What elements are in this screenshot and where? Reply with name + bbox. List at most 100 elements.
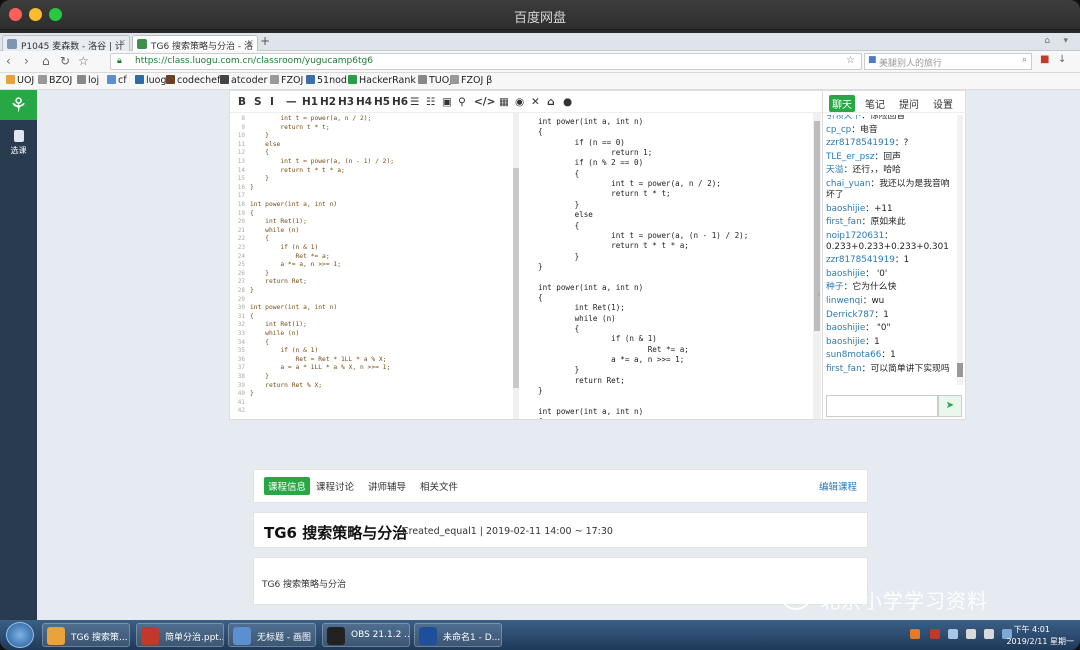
- browser-tab[interactable]: P1045 麦森数 - 洛谷 | 计 ×: [2, 35, 130, 51]
- toolbar-button[interactable]: H5: [374, 96, 390, 108]
- toolbar-button[interactable]: B: [238, 96, 246, 108]
- toolbar-button[interactable]: ☰: [410, 96, 419, 108]
- toolbar-button[interactable]: </>: [474, 96, 495, 108]
- tab-list-icon[interactable]: ▾: [1063, 36, 1068, 46]
- collapse-arrow-icon[interactable]: ›: [817, 290, 821, 300]
- toolbar-button[interactable]: ▣: [442, 96, 452, 108]
- edit-course-link[interactable]: 编辑课程: [819, 479, 857, 493]
- chat-username[interactable]: baoshijie: [826, 269, 865, 279]
- toolbar-button[interactable]: ⌂: [547, 96, 555, 108]
- tray-time[interactable]: 下午 4:01: [1013, 624, 1050, 635]
- bookmark-item[interactable]: TUOJ: [418, 75, 452, 86]
- chat-username[interactable]: TLE_er_psz: [826, 152, 874, 162]
- chat-username[interactable]: noip1720631: [826, 231, 884, 241]
- chat-username[interactable]: first_fan: [826, 364, 862, 374]
- taskbar-item[interactable]: OBS 21.1.2 ...: [322, 623, 410, 647]
- chat-username[interactable]: baoshijie: [826, 337, 865, 347]
- taskbar-item[interactable]: 未命名1 - D...: [414, 623, 502, 647]
- toolbar-button[interactable]: S: [254, 96, 262, 108]
- bookmark-item[interactable]: cf: [107, 75, 127, 86]
- chat-username[interactable]: 天溢: [826, 165, 844, 175]
- chat-username[interactable]: Derrick787: [826, 310, 874, 320]
- new-tab-button[interactable]: +: [260, 34, 270, 48]
- chat-username[interactable]: baoshijie: [826, 323, 865, 333]
- editor-source-pane[interactable]: 8 int t = power(a, n / 2); 9 return t * t…: [230, 113, 518, 419]
- chat-username[interactable]: sun8mota66: [826, 350, 881, 360]
- toolbar-button[interactable]: H4: [356, 96, 372, 108]
- bookmark-item[interactable]: loj: [77, 75, 99, 86]
- chat-username[interactable]: 引领天下: [826, 115, 861, 121]
- chat-tab[interactable]: 笔记: [865, 96, 885, 111]
- chat-username[interactable]: zzr8178541919: [826, 255, 895, 265]
- volume-icon[interactable]: [984, 629, 994, 639]
- bookmark-item[interactable]: FZOJ β: [450, 75, 492, 86]
- bookmark-item[interactable]: codechef: [166, 75, 220, 86]
- url-input[interactable]: 🔒︎ https://class.luogu.com.cn/classroom/…: [110, 53, 862, 70]
- toolbar-button[interactable]: I: [270, 96, 274, 108]
- toolbar-button[interactable]: ◉: [515, 96, 524, 108]
- chat-tab[interactable]: 提问: [899, 96, 919, 111]
- sidebar-item-course[interactable]: 选课: [0, 130, 37, 156]
- chat-scrollbar[interactable]: [957, 115, 963, 385]
- chat-username[interactable]: linwenqi: [826, 296, 863, 306]
- toolbar-button[interactable]: ✕: [531, 96, 540, 108]
- toolbar-button[interactable]: H2: [320, 96, 336, 108]
- course-tab[interactable]: 讲师辅导: [368, 479, 406, 493]
- chat-input[interactable]: [826, 395, 938, 417]
- search-icon[interactable]: ⌕: [1022, 55, 1027, 65]
- bookmark-item[interactable]: atcoder: [220, 75, 267, 86]
- home-icon[interactable]: ⌂: [42, 54, 50, 68]
- taskbar-item[interactable]: 无标题 - 画图: [228, 623, 316, 647]
- extension-icon[interactable]: ■: [1040, 54, 1049, 65]
- chat-username[interactable]: baoshijie: [826, 204, 865, 214]
- reload-icon[interactable]: ↻: [60, 54, 70, 68]
- bookmark-item[interactable]: HackerRank: [348, 75, 416, 86]
- source-scrollbar[interactable]: [513, 113, 519, 419]
- tray-app-icon[interactable]: [930, 629, 940, 639]
- taskbar-item[interactable]: 简单分治.ppt...: [136, 623, 224, 647]
- back-icon[interactable]: ‹: [6, 54, 11, 68]
- forward-icon[interactable]: ›: [24, 54, 29, 68]
- toolbar-button[interactable]: H6: [392, 96, 408, 108]
- browser-tab[interactable]: TG6 搜索策略与分治 - 洛 ×: [132, 35, 258, 51]
- course-tab[interactable]: 课程信息: [264, 477, 311, 495]
- chat-username[interactable]: cp_cp: [826, 125, 851, 135]
- preview-scrollbar[interactable]: [813, 113, 821, 419]
- bookmark-item[interactable]: UOJ: [6, 75, 34, 86]
- toolbar-button[interactable]: ▦: [499, 96, 509, 108]
- course-tab[interactable]: 相关文件: [420, 479, 458, 493]
- ime-icon[interactable]: [910, 629, 920, 639]
- bookmark-star-icon[interactable]: ☆: [846, 55, 855, 66]
- send-button[interactable]: ➤: [938, 395, 962, 417]
- chat-tab[interactable]: 聊天: [829, 95, 855, 112]
- luogu-logo[interactable]: ⚘: [0, 90, 37, 120]
- toolbar-button[interactable]: H3: [338, 96, 354, 108]
- chat-username[interactable]: first_fan: [826, 217, 862, 227]
- action-center-icon[interactable]: [948, 629, 958, 639]
- chat-username[interactable]: zzr8178541919: [826, 138, 895, 148]
- close-tab-icon[interactable]: ×: [118, 38, 126, 48]
- chat-tab[interactable]: 设置: [933, 96, 953, 111]
- search-input[interactable]: ■ 美腿别人的旅行 ⌕: [864, 53, 1032, 70]
- course-tab[interactable]: 课程讨论: [316, 479, 354, 493]
- download-icon[interactable]: ↓: [1058, 54, 1066, 65]
- chat-username[interactable]: 种子: [826, 282, 844, 292]
- chat-username[interactable]: chai_yuan: [826, 179, 870, 189]
- scroll-thumb[interactable]: [513, 168, 519, 388]
- toolbar-button[interactable]: ⚲: [458, 96, 466, 108]
- network-icon[interactable]: [966, 629, 976, 639]
- bookmark-item[interactable]: 51nod: [306, 75, 347, 86]
- bookmark-item[interactable]: BZOJ: [38, 75, 72, 86]
- star-icon[interactable]: ☆: [78, 54, 89, 68]
- toolbar-button[interactable]: ●: [563, 96, 572, 108]
- tab-menu-icon[interactable]: ⌂: [1044, 36, 1050, 46]
- toolbar-button[interactable]: —: [286, 96, 297, 108]
- scroll-thumb[interactable]: [957, 363, 963, 377]
- toolbar-button[interactable]: ☷: [426, 96, 435, 108]
- tray-date[interactable]: 2019/2/11 星期一: [1006, 636, 1074, 647]
- bookmark-item[interactable]: FZOJ: [270, 75, 303, 86]
- close-tab-icon[interactable]: ×: [246, 38, 254, 48]
- start-button[interactable]: [6, 622, 34, 648]
- taskbar-item[interactable]: TG6 搜索策...: [42, 623, 130, 647]
- toolbar-button[interactable]: H1: [302, 96, 318, 108]
